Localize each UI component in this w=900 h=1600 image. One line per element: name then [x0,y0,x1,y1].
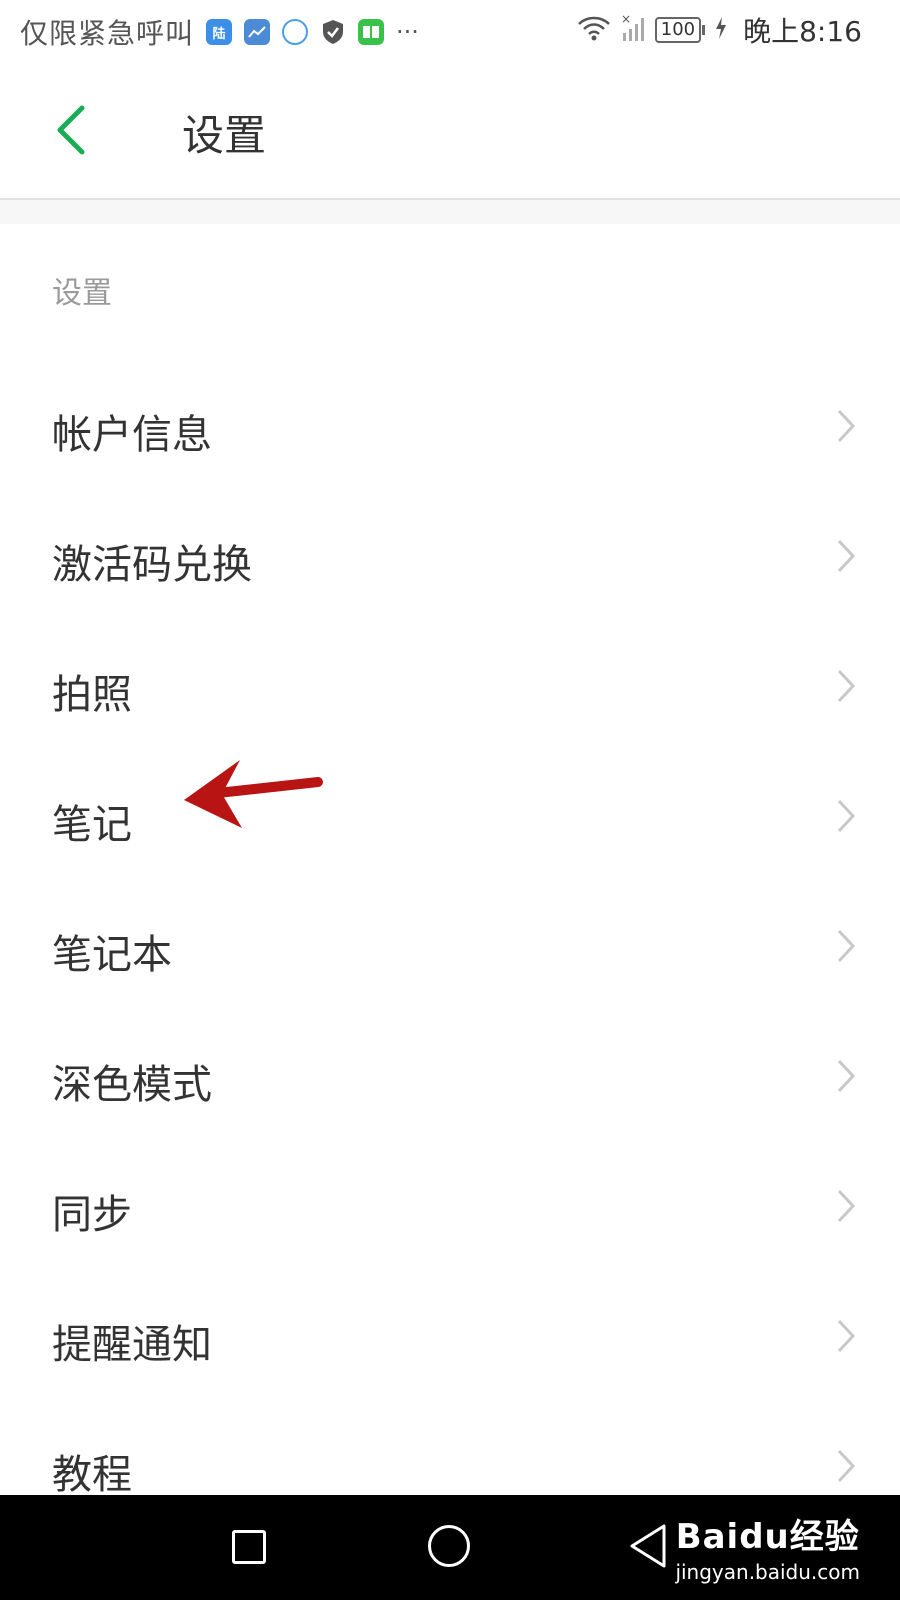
chevron-right-icon [837,1189,856,1223]
annotation-arrow-icon [184,760,323,828]
status-right: × 100 晚上8:16 [577,10,862,50]
settings-item-account-info[interactable]: 帐户信息 [0,360,900,490]
settings-item-label: 拍照 [52,672,132,718]
page-title: 设置 [182,111,267,160]
chevron-right-icon [837,539,856,573]
settings-list: 帐户信息 激活码兑换 拍照 笔记 笔记本 深色模式 同步 提醒通知 教程 [0,360,900,1530]
svg-text:×: × [621,13,631,26]
chart-app-icon [244,19,271,45]
battery-indicator: 100 [654,17,706,43]
carrier-text: 仅限紧急呼叫 [20,17,195,50]
settings-item-label: 提醒通知 [52,1322,212,1368]
chevron-right-icon [837,1319,856,1353]
status-left: 仅限紧急呼叫 陆 ··· [20,12,419,52]
home-button[interactable] [428,1525,470,1567]
book-app-icon [358,19,385,45]
chevron-right-icon [837,409,856,443]
settings-item-camera[interactable]: 拍照 [0,620,900,750]
settings-item-label: 笔记 [52,802,132,848]
shield-icon [320,19,346,45]
globe-app-icon [282,19,309,45]
settings-item-label: 教程 [52,1452,132,1498]
more-notifications-icon: ··· [396,18,419,46]
lu-app-icon: 陆 [206,19,233,45]
chevron-right-icon [837,1449,856,1483]
app-header: 设置 [0,62,900,200]
settings-item-label: 深色模式 [52,1062,212,1108]
chevron-right-icon [837,929,856,963]
settings-item-sync[interactable]: 同步 [0,1140,900,1270]
settings-item-label: 笔记本 [52,932,172,978]
chevron-right-icon [837,669,856,703]
chevron-right-icon [837,1059,856,1093]
settings-item-dark-mode[interactable]: 深色模式 [0,1010,900,1140]
back-button[interactable] [52,102,92,158]
settings-item-notes[interactable]: 笔记 [0,750,900,880]
settings-item-label: 激活码兑换 [52,542,252,588]
signal-icon: × [619,12,647,47]
nav-back-button[interactable] [628,1523,668,1569]
status-bar: 仅限紧急呼叫 陆 ··· × 100 晚上8:16 [0,0,900,62]
settings-item-label: 帐户信息 [52,412,212,458]
settings-item-activation-code[interactable]: 激活码兑换 [0,490,900,620]
settings-item-reminders[interactable]: 提醒通知 [0,1270,900,1400]
chevron-right-icon [837,799,856,833]
wifi-icon [577,15,611,45]
settings-item-label: 同步 [52,1192,132,1238]
baidu-watermark: Baidu经验 jingyan.baidu.com [675,1509,860,1584]
watermark-url: jingyan.baidu.com [675,1560,860,1584]
charging-icon [715,17,727,43]
settings-item-notebooks[interactable]: 笔记本 [0,880,900,1010]
navigation-bar: Baidu经验 jingyan.baidu.com [0,1495,900,1600]
recent-apps-button[interactable] [232,1530,266,1564]
section-label: 设置 [52,276,112,311]
watermark-logo: Baidu经验 [675,1517,860,1557]
clock: 晚上8:16 [743,15,862,48]
section-separator [0,200,900,224]
